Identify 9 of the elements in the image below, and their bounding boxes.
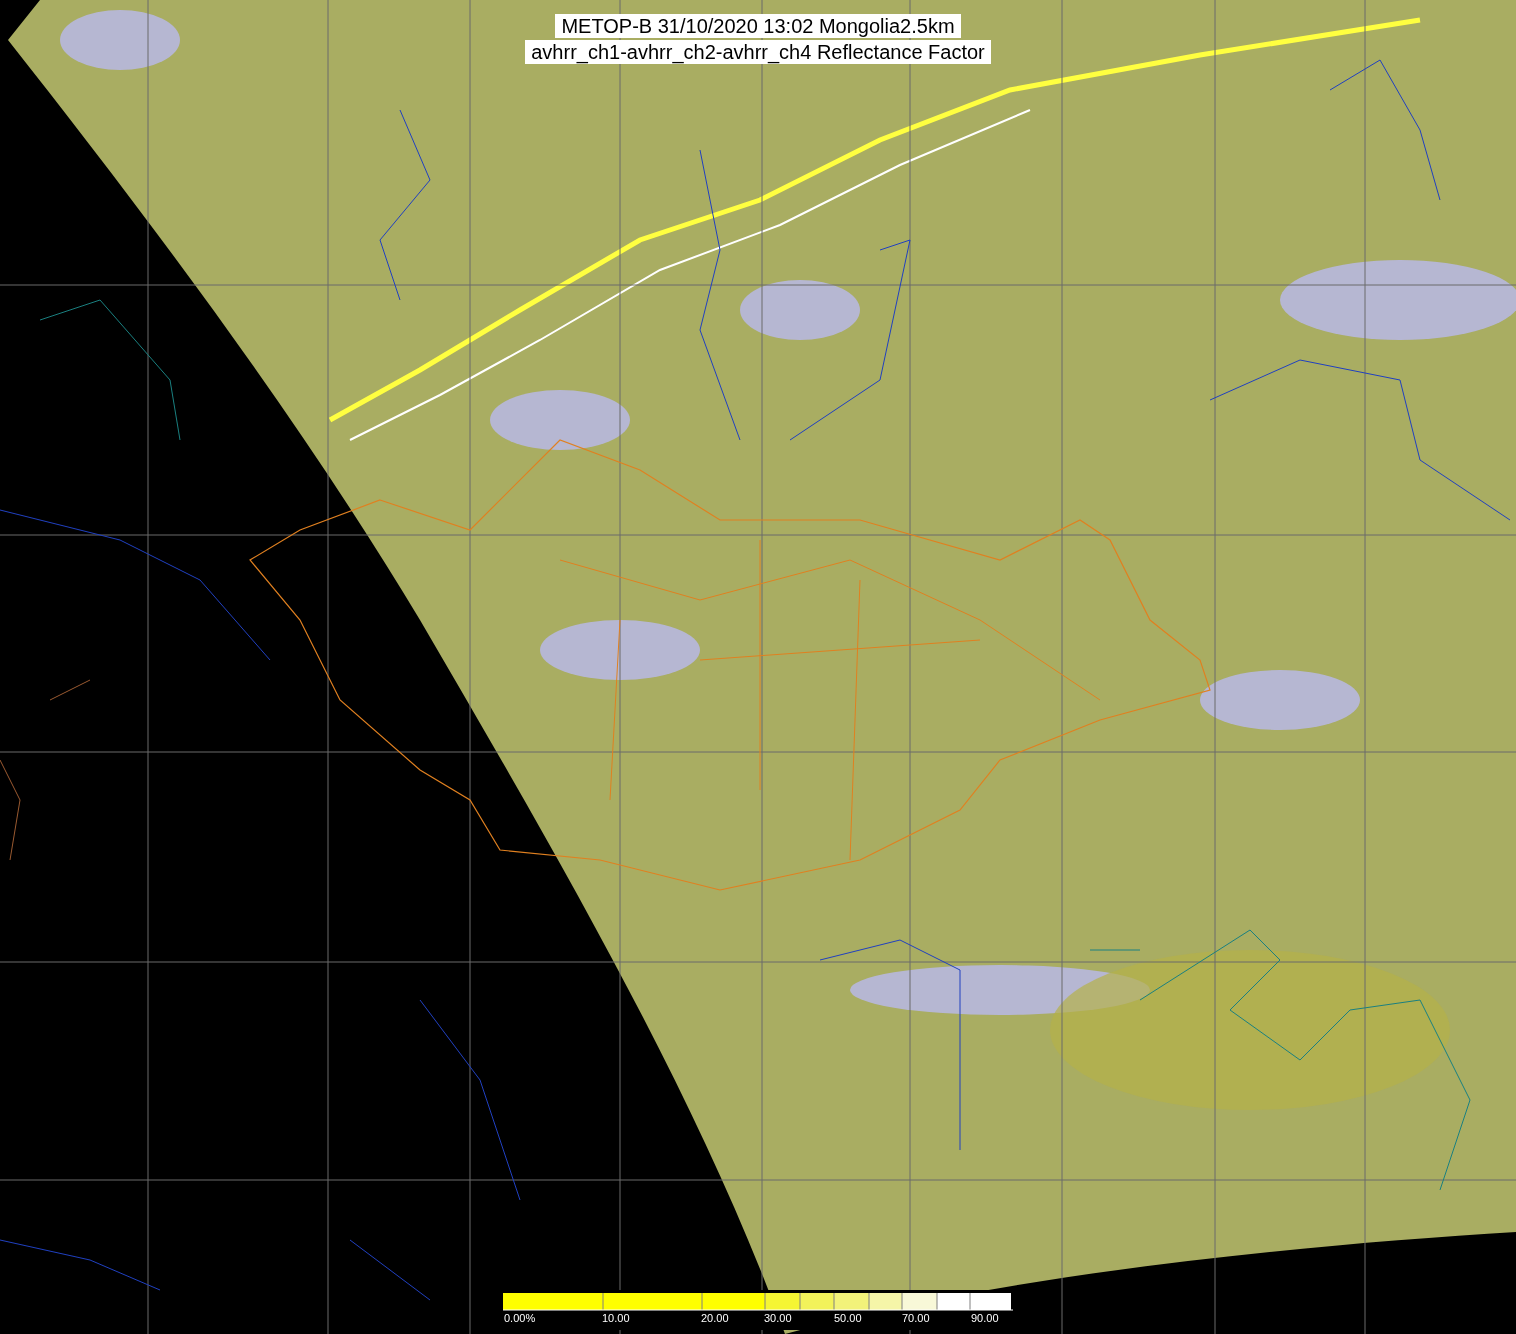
scale-label: 30.00 [764,1312,792,1325]
scale-label: 70.00 [902,1312,930,1325]
map-title: METOP-B 31/10/2020 13:02 Mongolia2.5km [555,14,961,38]
scale-label: 0.00% [504,1312,536,1325]
map-title: avhrr_ch1-avhrr_ch2-avhrr_ch4 Reflectance Factor [525,40,991,64]
scale-label: 10.00 [602,1312,630,1325]
scale-label: 90.00 [971,1312,999,1325]
scale-label: 50.00 [834,1312,862,1325]
scale-label: 20.00 [701,1312,729,1325]
